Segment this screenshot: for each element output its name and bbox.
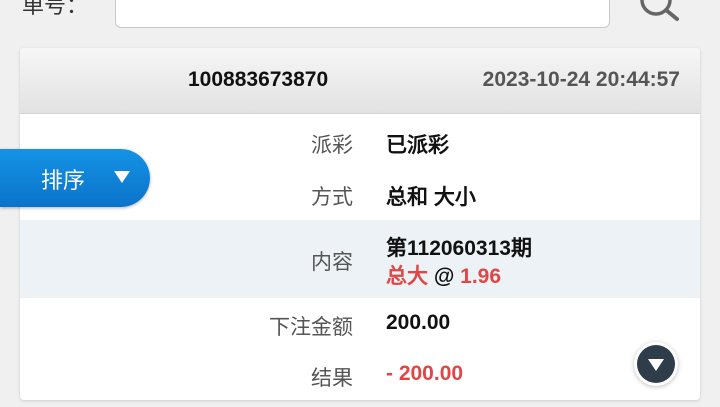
- order-time: 2023-10-24 20:44:57: [482, 68, 680, 91]
- sort-button[interactable]: 排序: [0, 149, 150, 207]
- bet-amount-label: 下注金额: [269, 315, 353, 339]
- content-period: 第112060313期: [386, 237, 532, 260]
- content-label: 内容: [311, 250, 353, 274]
- content-at: @: [433, 265, 455, 288]
- row-bet-amount: 下注金额 200.00: [20, 298, 700, 350]
- method-value: 总和 大小: [386, 186, 476, 209]
- method-label: 方式: [311, 185, 353, 209]
- scroll-down-button[interactable]: [637, 345, 675, 383]
- order-number-input[interactable]: [115, 0, 610, 28]
- result-value: - 200.00: [386, 362, 464, 385]
- search-icon: [640, 0, 679, 21]
- triangle-down-icon: [114, 171, 130, 183]
- content-pick-line: 总大 @ 1.96: [386, 260, 501, 290]
- content-odds: 1.96: [460, 265, 502, 288]
- order-card-header: 100883673870 2023-10-24 20:44:57: [20, 48, 700, 114]
- search-button[interactable]: [628, 0, 688, 26]
- row-content: 内容 第112060313期 总大 @ 1.96: [20, 220, 700, 298]
- triangle-down-icon: [648, 359, 664, 371]
- bet-amount-value: 200.00: [386, 311, 451, 334]
- order-number-label: 单号：: [22, 0, 89, 19]
- order-card: 100883673870 2023-10-24 20:44:57 派彩 已派彩 …: [20, 48, 700, 400]
- order-id: 100883673870: [188, 68, 329, 91]
- row-result: 结果 - 200.00: [20, 350, 700, 400]
- content-pick: 总大: [386, 265, 428, 288]
- result-label: 结果: [311, 366, 353, 390]
- payout-label: 派彩: [311, 133, 353, 157]
- sort-label: 排序: [41, 169, 86, 194]
- payout-value: 已派彩: [386, 134, 449, 157]
